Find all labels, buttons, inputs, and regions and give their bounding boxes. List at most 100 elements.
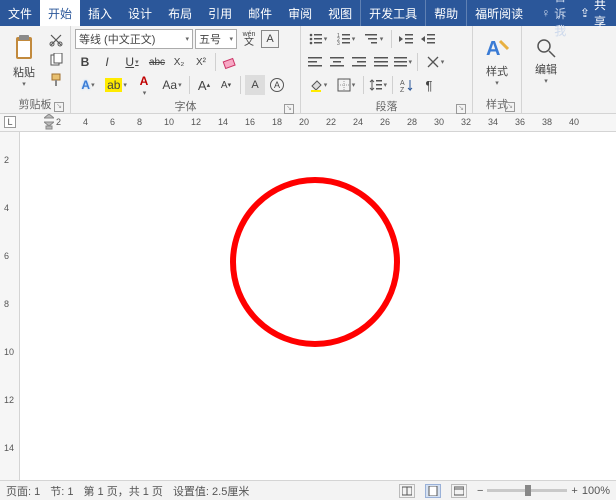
tab-foxit[interactable]: 福昕阅读 <box>466 0 531 26</box>
zoom-thumb[interactable] <box>525 485 531 496</box>
lightbulb-icon: ♀ <box>541 6 550 20</box>
editing-button[interactable]: 编辑 ▾ <box>526 28 566 94</box>
align-distributed-button[interactable] <box>393 52 413 72</box>
tab-selector[interactable]: L <box>4 116 16 128</box>
align-left-button[interactable] <box>305 52 325 72</box>
zoom-level[interactable]: 100% <box>582 485 610 497</box>
superscript-button[interactable]: X² <box>191 52 211 72</box>
show-marks-button[interactable]: ¶ <box>419 75 439 95</box>
status-section[interactable]: 节: 1 <box>50 483 73 499</box>
tab-references[interactable]: 引用 <box>200 0 240 26</box>
multilevel-list-button[interactable] <box>361 29 387 49</box>
font-size-combo[interactable]: 五号▾ <box>195 29 237 49</box>
align-right-button[interactable] <box>349 52 369 72</box>
title-bar: 文件 开始 插入 设计 布局 引用 邮件 审阅 视图 开发工具 帮助 福昕阅读 … <box>0 0 616 26</box>
ruler-mark: 32 <box>461 117 471 127</box>
zoom-slider[interactable] <box>487 489 567 492</box>
zoom-in-button[interactable]: + <box>571 485 577 497</box>
status-setval[interactable]: 设置值: 2.5厘米 <box>173 483 249 499</box>
tab-layout[interactable]: 布局 <box>160 0 200 26</box>
document-page[interactable] <box>20 132 616 480</box>
svg-text:A: A <box>400 80 405 87</box>
align-left-icon <box>308 56 322 68</box>
char-border-button[interactable]: A <box>261 30 279 48</box>
dialog-launcher-icon[interactable]: ↘ <box>54 102 64 112</box>
status-page[interactable]: 页面: 1 <box>6 483 40 499</box>
borders-button[interactable] <box>333 75 359 95</box>
view-print-button[interactable] <box>425 484 441 498</box>
align-center-button[interactable] <box>327 52 347 72</box>
tab-insert[interactable]: 插入 <box>80 0 120 26</box>
increase-indent-button[interactable] <box>418 29 438 49</box>
vertical-ruler[interactable]: 2468101214 <box>0 132 20 480</box>
enclose-char-button[interactable]: A <box>267 75 287 95</box>
tab-file[interactable]: 文件 <box>0 0 40 26</box>
drawn-circle-shape[interactable] <box>230 177 400 347</box>
ruler-mark: 10 <box>164 117 174 127</box>
styles-button[interactable]: A 样式 ▾ <box>477 28 517 94</box>
tab-mailings[interactable]: 邮件 <box>240 0 280 26</box>
tab-home[interactable]: 开始 <box>40 0 80 26</box>
grow-font-button[interactable]: A▴ <box>194 75 214 95</box>
tab-developer[interactable]: 开发工具 <box>360 0 425 26</box>
text-effects-button[interactable]: A <box>75 75 101 95</box>
status-pages[interactable]: 第 1 页，共 1 页 <box>83 483 162 499</box>
asian-layout-icon <box>426 55 440 69</box>
strikethrough-button[interactable]: abc <box>147 52 167 72</box>
cut-button[interactable] <box>46 30 66 50</box>
ruler-mark: 6 <box>110 117 115 127</box>
tab-help[interactable]: 帮助 <box>425 0 466 26</box>
ruler-mark: 2 <box>56 117 61 127</box>
align-justify-button[interactable] <box>371 52 391 72</box>
ruler-mark: 14 <box>218 117 228 127</box>
view-web-button[interactable] <box>451 484 467 498</box>
horizontal-ruler[interactable]: L 246810121416182022242628303234363840 <box>0 114 616 132</box>
shading-button[interactable] <box>305 75 331 95</box>
tab-design[interactable]: 设计 <box>120 0 160 26</box>
char-shading-button[interactable]: A <box>245 75 265 95</box>
subscript-button[interactable]: X₂ <box>169 52 189 72</box>
ruler-mark: 16 <box>245 117 255 127</box>
decrease-indent-button[interactable] <box>396 29 416 49</box>
view-read-button[interactable] <box>399 484 415 498</box>
numbering-button[interactable]: 123 <box>333 29 359 49</box>
find-icon <box>535 37 557 59</box>
ruler-mark: 14 <box>4 443 14 453</box>
indent-marker-icon[interactable] <box>44 114 54 130</box>
font-color-button[interactable]: A <box>131 75 157 95</box>
align-center-icon <box>330 56 344 68</box>
clipboard-icon <box>12 34 36 62</box>
dialog-launcher-icon[interactable]: ↘ <box>284 104 294 114</box>
ruler-mark: 2 <box>4 155 9 165</box>
ribbon: 粘贴 ▾ 剪贴板↘ 等线 (中文正文)▾ 五号▾ wén文 A B I U <box>0 26 616 114</box>
ruler-mark: 4 <box>83 117 88 127</box>
asian-layout-button[interactable] <box>422 52 448 72</box>
dialog-launcher-icon[interactable]: ↘ <box>505 102 515 112</box>
shrink-font-button[interactable]: A▾ <box>216 75 236 95</box>
paint-bucket-icon <box>309 78 323 92</box>
svg-text:A: A <box>486 38 500 60</box>
dialog-launcher-icon[interactable]: ↘ <box>456 104 466 114</box>
italic-button[interactable]: I <box>97 52 117 72</box>
zoom-out-button[interactable]: − <box>477 485 483 497</box>
font-name-combo[interactable]: 等线 (中文正文)▾ <box>75 29 193 49</box>
copy-button[interactable] <box>46 50 66 70</box>
tab-view[interactable]: 视图 <box>320 0 360 26</box>
format-painter-button[interactable] <box>46 70 66 90</box>
bold-button[interactable]: B <box>75 52 95 72</box>
sort-button[interactable]: AZ <box>397 75 417 95</box>
phonetic-guide-button[interactable]: wén文 <box>239 29 259 49</box>
highlight-button[interactable]: ab <box>103 75 129 95</box>
ruler-mark: 12 <box>191 117 201 127</box>
change-case-button[interactable]: Aa <box>159 75 185 95</box>
copy-icon <box>49 53 63 67</box>
bullets-button[interactable] <box>305 29 331 49</box>
underline-button[interactable]: U <box>119 52 145 72</box>
tab-review[interactable]: 审阅 <box>280 0 320 26</box>
paste-button[interactable]: 粘贴 ▾ <box>4 28 44 94</box>
line-spacing-button[interactable] <box>368 75 388 95</box>
clear-formatting-button[interactable] <box>220 52 240 72</box>
scissors-icon <box>49 33 63 47</box>
share-button[interactable]: ⇪ 共享 <box>580 0 606 30</box>
ruler-mark: 26 <box>380 117 390 127</box>
